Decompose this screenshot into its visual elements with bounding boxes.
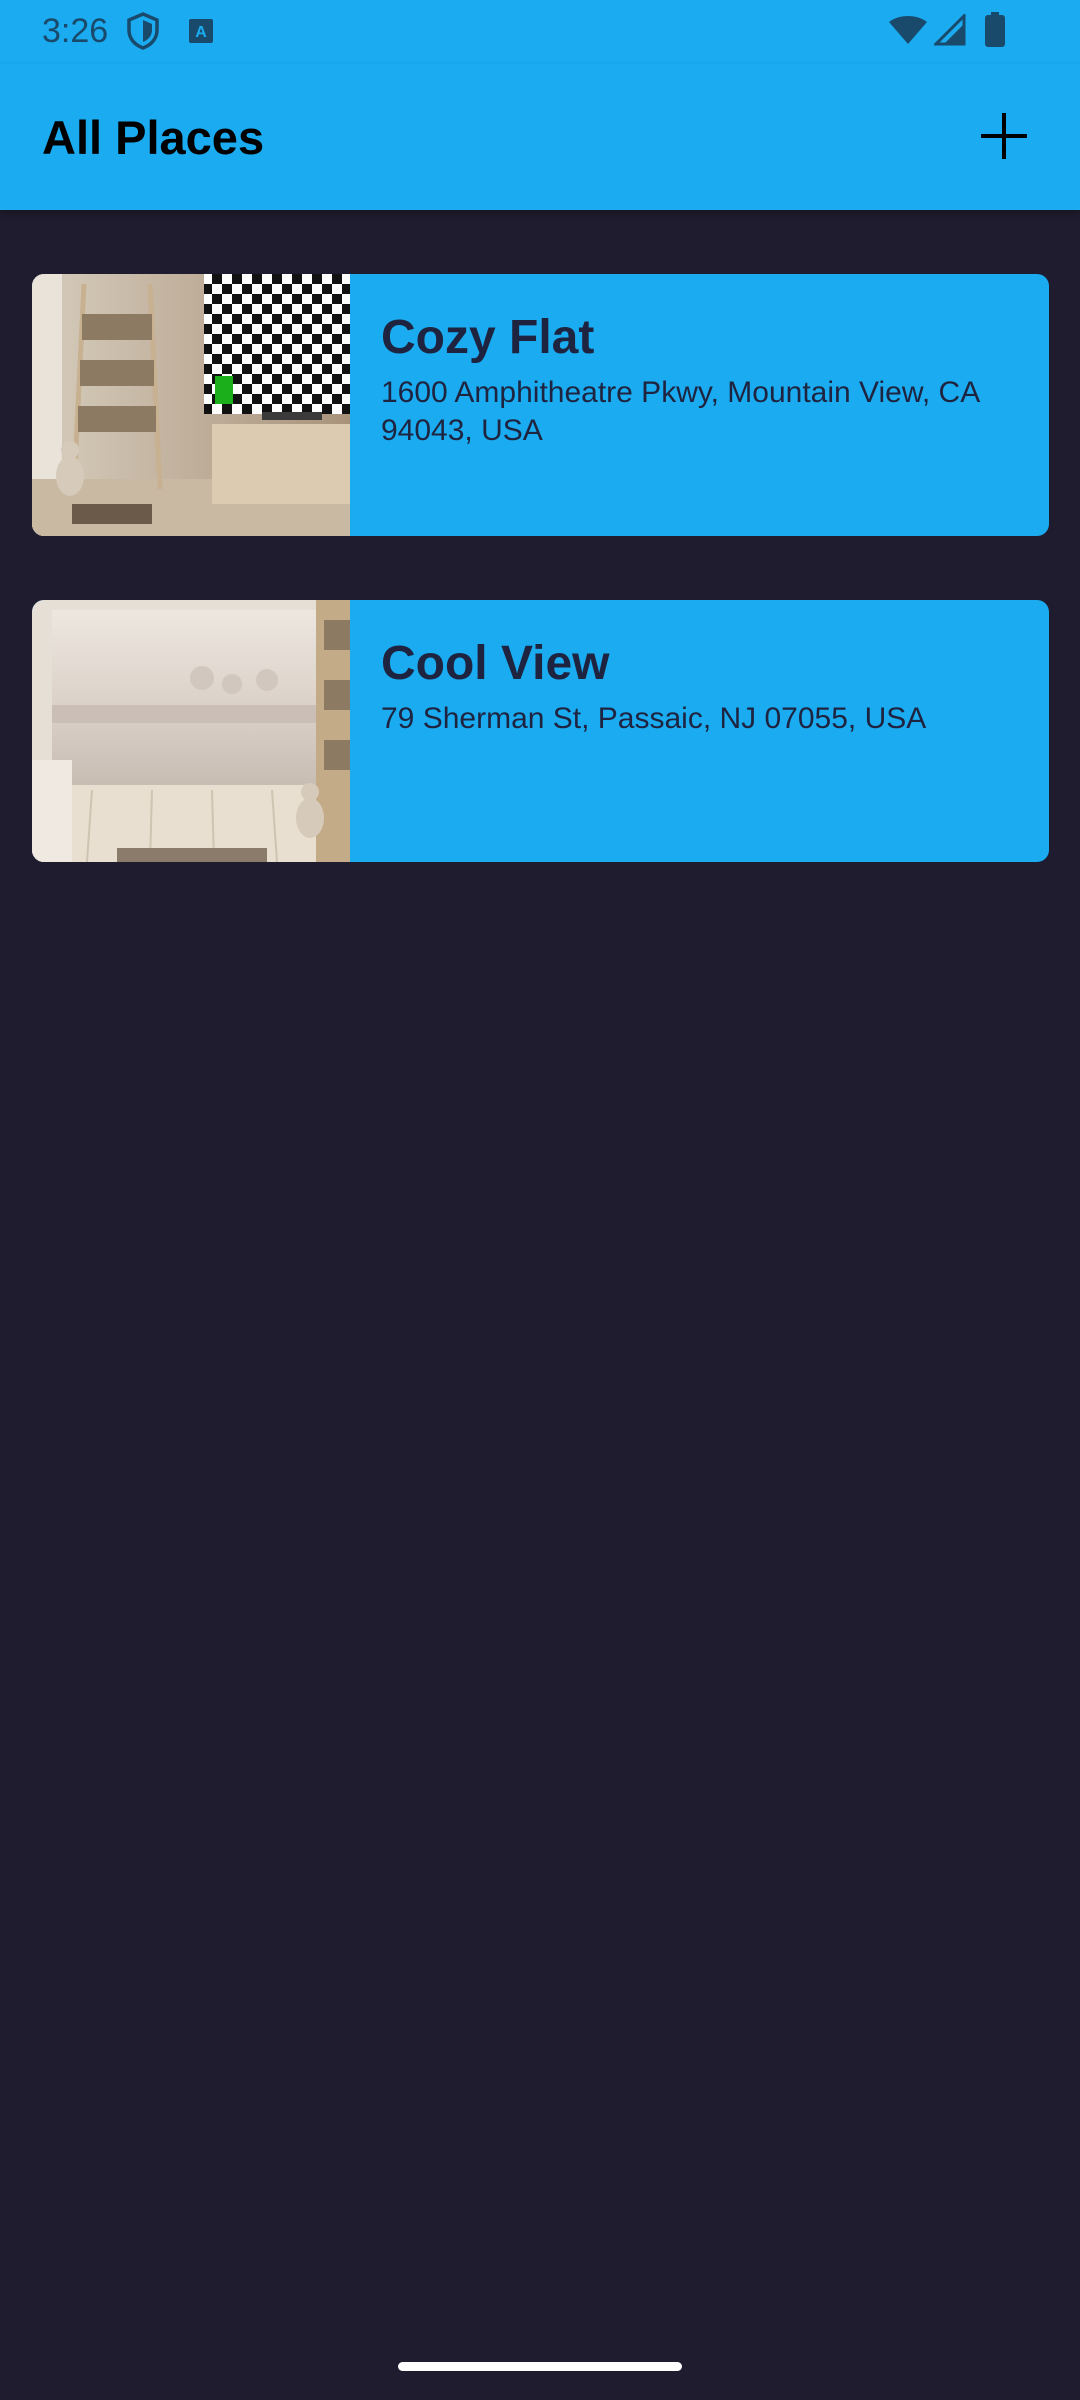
status-time: 3:26 xyxy=(42,12,109,50)
place-card[interactable]: Cool View 79 Sherman St, Passaic, NJ 070… xyxy=(32,600,1049,862)
place-thumbnail xyxy=(32,274,350,536)
cellular-signal-icon xyxy=(934,14,966,46)
svg-text:A: A xyxy=(195,24,207,41)
add-place-button[interactable] xyxy=(968,100,1040,172)
place-title: Cool View xyxy=(381,637,610,690)
place-card[interactable]: Cozy Flat 1600 Amphitheatre Pkwy, Mounta… xyxy=(32,274,1049,536)
status-bar: 3:26 A xyxy=(0,0,1080,64)
font-app-icon: A xyxy=(189,19,213,43)
app-bar: All Places xyxy=(0,64,1080,210)
place-thumbnail xyxy=(32,600,350,862)
shield-icon xyxy=(127,12,159,50)
page-title: All Places xyxy=(42,111,265,164)
place-address: 1600 Amphitheatre Pkwy, Mountain View, C… xyxy=(381,376,979,447)
battery-icon xyxy=(985,12,1005,47)
place-title: Cozy Flat xyxy=(381,311,595,364)
wifi-icon xyxy=(889,16,927,44)
plus-icon xyxy=(981,113,1027,159)
home-indicator[interactable] xyxy=(398,2362,682,2371)
place-address: 79 Sherman St, Passaic, NJ 07055, USA xyxy=(381,702,927,735)
